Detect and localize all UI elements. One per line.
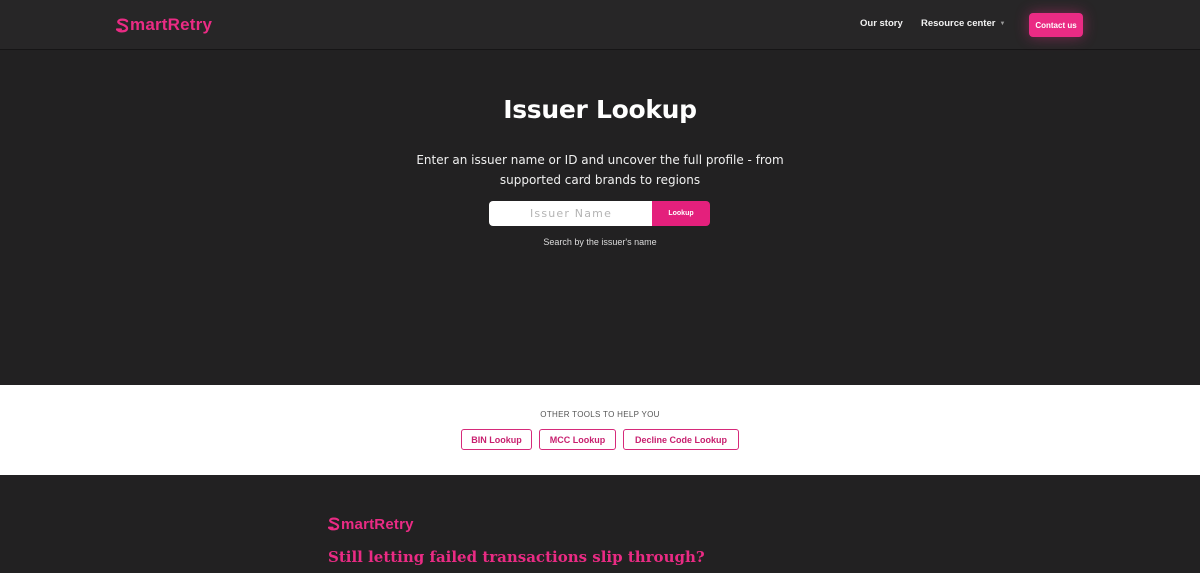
decline-code-lookup-button[interactable]: Decline Code Lookup [623,429,739,450]
mcc-lookup-button[interactable]: MCC Lookup [539,429,616,450]
other-tools-section: OTHER TOOLS TO HELP YOU BIN Lookup MCC L… [0,385,1200,475]
site-header: martRetry Our story Resource center ▼ Con… [0,0,1200,50]
brand-logo[interactable]: martRetry [116,13,212,37]
other-tools-heading: OTHER TOOLS TO HELP YOU [540,410,660,419]
issuer-search-input[interactable] [489,201,653,226]
page-title: Issuer Lookup [503,95,697,124]
nav-resource-center-label: Resource center [921,18,996,29]
brand-name: martRetry [130,15,213,34]
footer-tagline: Still letting failed transactions slip t… [328,548,705,566]
footer-brand-logo[interactable]: martRetry [328,512,414,536]
site-footer: martRetry Still letting failed transacti… [0,475,1200,573]
chevron-down-icon: ▼ [999,21,1006,27]
hero-section: Issuer Lookup Enter an issuer name or ID… [0,51,1200,385]
page-subtitle: Enter an issuer name or ID and uncover t… [416,153,784,187]
s-swoosh-icon [328,517,340,531]
footer-brand-name: martRetry [341,515,414,533]
contact-us-button[interactable]: Contact us [1029,13,1083,37]
bin-lookup-button[interactable]: BIN Lookup [461,429,532,450]
nav-resource-center[interactable]: Resource center ▼ [921,18,1005,29]
search-hint: Search by the issuer's name [543,237,657,247]
lookup-button[interactable]: Lookup [652,201,710,226]
s-swoosh-icon [116,17,129,32]
nav-our-story[interactable]: Our story [860,18,903,29]
